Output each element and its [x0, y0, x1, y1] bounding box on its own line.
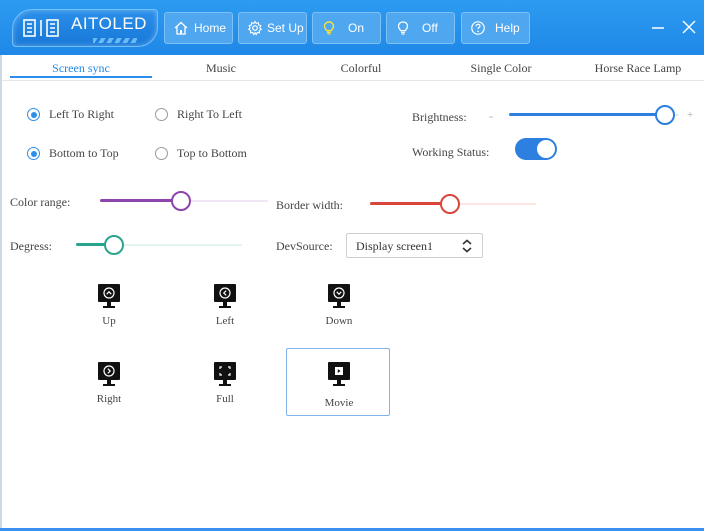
degress-slider[interactable] — [76, 235, 242, 255]
radio-dot — [155, 147, 168, 160]
active-tab-indicator — [10, 76, 152, 78]
color-range-label: Color range: — [10, 195, 71, 209]
slider-thumb[interactable] — [439, 194, 460, 214]
monitor-up-icon — [98, 284, 120, 308]
degress-label: Degress: — [10, 239, 52, 253]
radio-top-to-bottom[interactable]: Top to Bottom — [155, 146, 247, 161]
help-button[interactable]: Help — [461, 12, 530, 44]
mode-label: Movie — [324, 397, 354, 409]
brightness-slider[interactable] — [509, 105, 679, 125]
radio-dot — [27, 108, 40, 121]
on-label: On — [348, 21, 365, 35]
home-icon — [174, 21, 188, 35]
monitor-right-icon — [98, 362, 120, 386]
radio-dot — [155, 108, 168, 121]
setup-label: Set Up — [267, 21, 304, 35]
gear-icon — [247, 20, 263, 36]
radio-label: Right To Left — [177, 107, 242, 121]
slider-thumb[interactable] — [170, 191, 191, 211]
working-status-toggle[interactable] — [515, 138, 557, 160]
app-logo: AITOLED — [12, 9, 158, 47]
bulb-off-icon — [397, 21, 409, 35]
tab-horse-race-lamp[interactable]: Horse Race Lamp — [572, 55, 704, 81]
home-label: Home — [194, 21, 227, 35]
monitor-full-icon — [214, 362, 236, 386]
border-width-label: Border width: — [276, 198, 343, 212]
on-button[interactable]: On — [312, 12, 381, 44]
brightness-plus: + — [687, 109, 694, 121]
working-status-label: Working Status: — [412, 145, 490, 159]
monitor-movie-icon — [328, 362, 350, 386]
logo-decoration — [93, 38, 137, 43]
close-icon[interactable] — [680, 18, 698, 36]
radio-left-to-right[interactable]: Left To Right — [27, 107, 114, 122]
radio-bottom-to-top[interactable]: Bottom to Top — [27, 146, 119, 161]
tab-single-color[interactable]: Single Color — [430, 55, 572, 81]
mode-tile-right[interactable]: Right — [56, 352, 160, 420]
tab-music[interactable]: Music — [150, 55, 292, 81]
slider-thumb[interactable] — [655, 105, 676, 125]
monitor-down-icon — [328, 284, 350, 308]
help-icon — [471, 21, 485, 35]
app-title: AITOLED — [71, 14, 147, 33]
dev-source-select[interactable]: Display screen1 — [346, 233, 483, 258]
monitor-left-icon — [214, 284, 236, 308]
window-left-border — [0, 55, 2, 531]
mode-tile-full[interactable]: Full — [172, 352, 276, 420]
brightness-label: Brightness: — [412, 110, 467, 124]
border-width-slider[interactable] — [370, 194, 536, 214]
mode-tile-movie[interactable]: Movie — [286, 348, 390, 416]
home-button[interactable]: Home — [164, 12, 233, 44]
radio-right-to-left[interactable]: Right To Left — [155, 107, 242, 122]
mode-label: Left — [215, 315, 235, 327]
radio-dot — [27, 147, 40, 160]
dev-source-value: Display screen1 — [356, 239, 433, 253]
mode-tile-down[interactable]: Down — [286, 274, 390, 342]
mode-label: Up — [102, 315, 116, 327]
radio-label: Left To Right — [49, 107, 114, 121]
title-bar: AITOLED Home Set Up On Off Help — [0, 0, 704, 55]
mode-label: Full — [216, 393, 234, 405]
dev-source-label: DevSource: — [276, 239, 333, 253]
mode-tile-left[interactable]: Left — [172, 274, 276, 342]
chevron-up-down-icon — [462, 239, 472, 253]
mode-tile-up[interactable]: Up — [56, 274, 160, 342]
mode-label: Right — [96, 393, 122, 405]
help-label: Help — [495, 21, 520, 35]
color-range-slider[interactable] — [100, 191, 268, 211]
mode-label: Down — [325, 315, 353, 327]
bulb-on-icon — [323, 21, 335, 35]
setup-button[interactable]: Set Up — [238, 12, 307, 44]
slider-thumb[interactable] — [104, 235, 125, 255]
logo-glyph-icon — [23, 19, 59, 37]
brightness-minus: - — [489, 109, 493, 123]
radio-label: Bottom to Top — [49, 146, 119, 160]
minimize-icon[interactable] — [650, 20, 666, 34]
tab-colorful[interactable]: Colorful — [290, 55, 432, 81]
off-button[interactable]: Off — [386, 12, 455, 44]
radio-label: Top to Bottom — [177, 146, 247, 160]
off-label: Off — [422, 21, 438, 35]
